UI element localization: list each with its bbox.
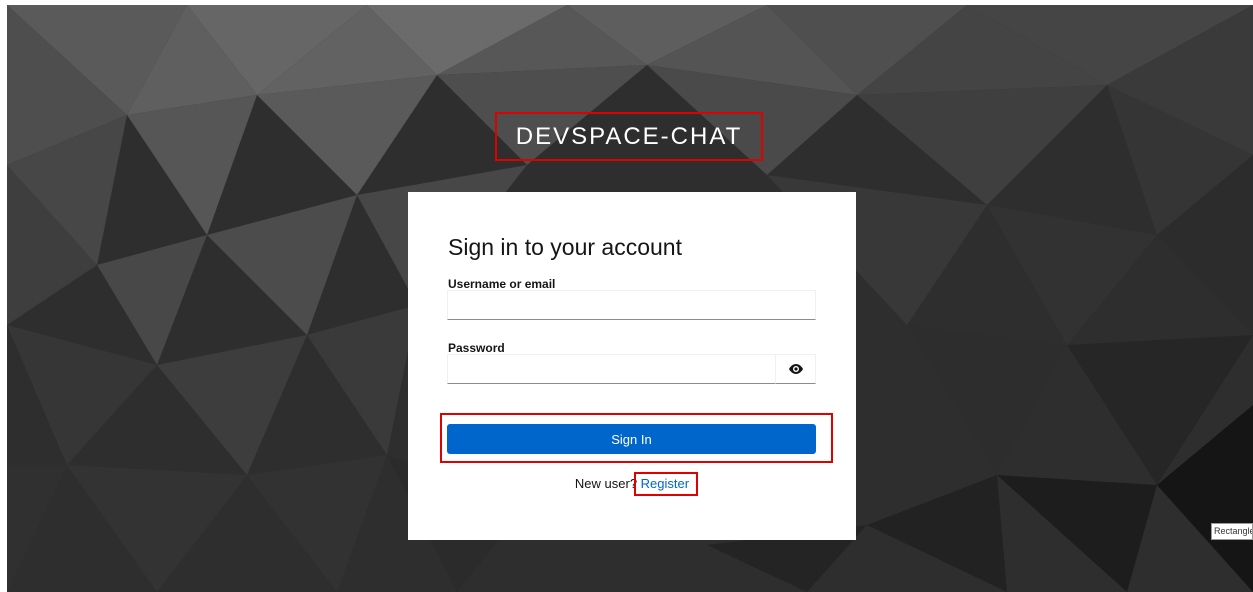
username-input[interactable] xyxy=(447,290,816,320)
register-highlight-box xyxy=(634,472,698,496)
password-input[interactable] xyxy=(447,354,776,384)
tooltip: Rectangle xyxy=(1211,523,1253,540)
eye-icon xyxy=(788,364,803,374)
brand-highlight-box xyxy=(495,112,763,161)
password-label: Password xyxy=(448,341,505,355)
username-label: Username or email xyxy=(448,277,556,291)
show-password-button[interactable] xyxy=(775,354,816,384)
new-user-row: New user? Register xyxy=(408,476,856,491)
signin-button[interactable]: Sign In xyxy=(447,424,816,454)
login-card: Sign in to your account Username or emai… xyxy=(408,192,856,540)
page-title: Sign in to your account xyxy=(448,234,682,260)
new-user-text: New user? xyxy=(574,476,638,491)
